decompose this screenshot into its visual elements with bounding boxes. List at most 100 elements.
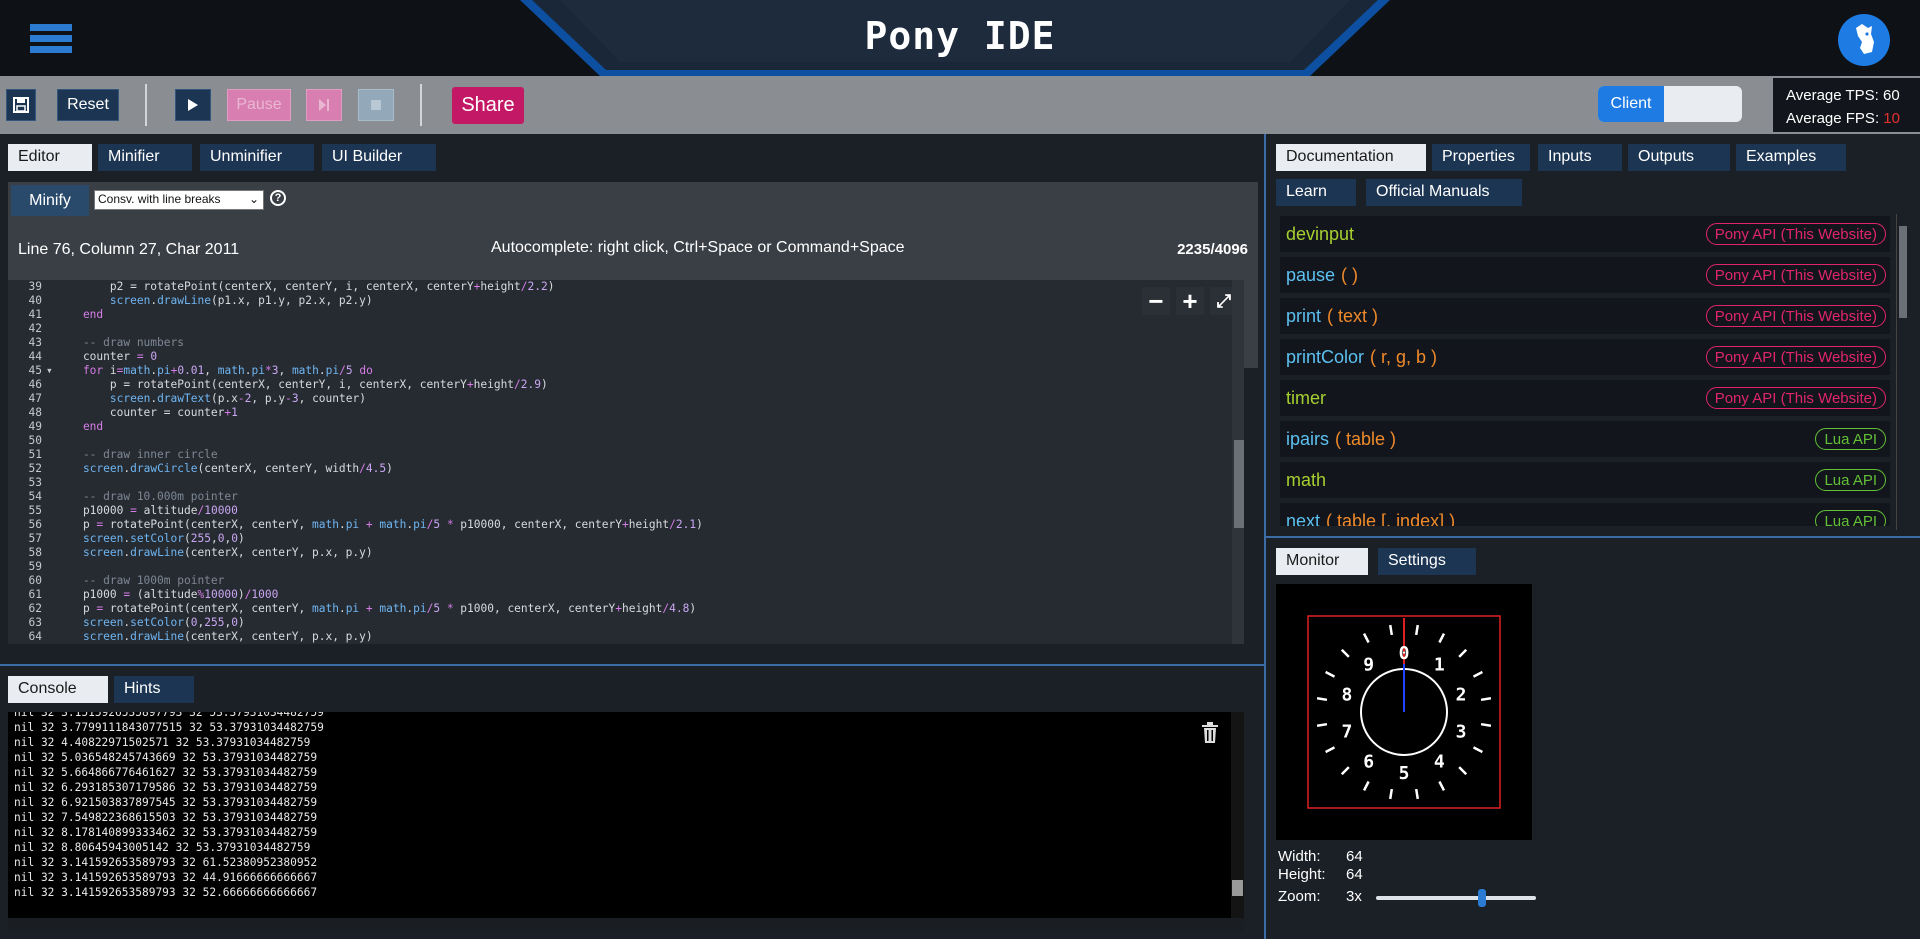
clock-tick [1388, 788, 1394, 800]
doc-item-devinput[interactable]: devinput Pony API (This Website) [1280, 216, 1890, 252]
scrollbar-thumb[interactable] [1232, 880, 1243, 896]
minify-button[interactable]: Minify [11, 185, 89, 216]
save-button[interactable] [6, 89, 36, 121]
code-line: 61 p1000 = (altitude%10000)/1000 [28, 588, 279, 601]
doc-item-ipairs[interactable]: ipairs( table ) Lua API [1280, 421, 1890, 457]
tab-properties[interactable]: Properties [1432, 144, 1530, 171]
monitor-screen[interactable]: 0 12 34 5 67 89 [1276, 584, 1532, 840]
zoom-label: Zoom: [1278, 888, 1321, 905]
tab-monitor[interactable]: Monitor [1276, 548, 1368, 575]
pause-button[interactable]: Pause [227, 89, 291, 121]
tab-minifier[interactable]: Minifier [98, 144, 192, 171]
tab-examples[interactable]: Examples [1736, 144, 1846, 171]
doc-item-print[interactable]: print( text ) Pony API (This Website) [1280, 298, 1890, 334]
zoom-out-icon[interactable]: − [1142, 286, 1170, 316]
width-value: 64 [1346, 848, 1363, 865]
step-button[interactable] [306, 89, 342, 121]
doc-item-printcolor[interactable]: printColor( r, g, b ) Pony API (This Web… [1280, 339, 1890, 375]
doc-item-timer[interactable]: timer Pony API (This Website) [1280, 380, 1890, 416]
doc-item-pause[interactable]: pause( ) Pony API (This Website) [1280, 257, 1890, 293]
average-tps: Average TPS: 60 [1786, 87, 1900, 104]
client-toggle[interactable]: Client [1598, 86, 1742, 122]
height-value: 64 [1346, 866, 1363, 883]
tab-documentation[interactable]: Documentation [1276, 144, 1426, 171]
code-line: 45 ▾ for i=math.pi+0.01, math.pi*3, math.… [28, 364, 373, 377]
tab-settings[interactable]: Settings [1378, 548, 1476, 575]
clock-tick [1362, 780, 1370, 791]
documentation-panel: Documentation Properties Inputs Outputs … [1266, 134, 1920, 534]
help-icon[interactable]: ? [270, 190, 286, 206]
clock-tick [1388, 624, 1394, 636]
code-line: 56 p = rotatePoint(centerX, centerY, mat… [28, 518, 703, 531]
code-line: 51 -- draw inner circle [28, 448, 218, 461]
code-line: 46 p = rotatePoint(centerX, centerY, i, … [28, 378, 548, 391]
tab-hints[interactable]: Hints [114, 676, 194, 703]
documentation-scrollbar[interactable] [1896, 214, 1908, 530]
clock-tick [1480, 722, 1492, 728]
run-button[interactable] [175, 89, 211, 121]
clock-number: 4 [1434, 752, 1445, 773]
tab-console[interactable]: Console [8, 676, 108, 703]
clock-number: 1 [1434, 654, 1445, 675]
stop-button[interactable] [358, 89, 394, 121]
clock-tick [1325, 746, 1336, 754]
clock-number: 6 [1363, 752, 1374, 773]
api-source-badge: Pony API (This Website) [1705, 223, 1886, 245]
share-button[interactable]: Share [452, 87, 524, 124]
console-scrollbar[interactable] [1231, 712, 1244, 918]
code-line: 58 screen.drawLine(centerX, centerY, p.x… [28, 546, 373, 559]
chevron-down-icon: ⌄ [248, 192, 259, 206]
user-avatar[interactable] [1838, 14, 1890, 66]
console-line: nil 32 3.141592653589793 32 44.916666666… [14, 871, 318, 884]
code-line: 48 counter = counter+1 [28, 406, 238, 419]
scrollbar-thumb[interactable] [1899, 226, 1907, 318]
minify-mode-select[interactable]: Consv. with line breaks ⌄ [94, 190, 264, 210]
clock-number: 2 [1456, 684, 1467, 705]
doc-item-math[interactable]: math Lua API [1280, 462, 1890, 498]
code-line: 57 screen.setColor(255,0,0) [28, 532, 245, 545]
api-source-badge: Pony API (This Website) [1705, 264, 1886, 286]
clock-tick [1472, 746, 1483, 754]
tab-inputs[interactable]: Inputs [1538, 144, 1622, 171]
console-line: nil 32 3.141592653589793 32 61.523809523… [14, 856, 318, 869]
char-count: 2235/4096 [1177, 241, 1248, 258]
step-icon [319, 99, 329, 111]
clock-tick [1480, 696, 1492, 702]
console-output: nil 32 3.1515926535897793 32 53.37931034… [8, 712, 1244, 918]
clock-tick [1438, 633, 1446, 644]
tab-learn[interactable]: Learn [1276, 179, 1356, 206]
clock-tick [1362, 633, 1370, 644]
tab-unminifier[interactable]: Unminifier [200, 144, 314, 171]
console-horizontal-scrollbar[interactable] [8, 918, 1244, 932]
clock-tick [1316, 722, 1328, 728]
console-panel: Console Hints nil 32 3.1515926535897793 … [0, 664, 1264, 939]
console-line: nil 32 8.178140899333462 32 53.379310344… [14, 826, 318, 839]
zoom-slider[interactable] [1376, 889, 1536, 907]
console-line: nil 32 4.40822971502571 32 53.3793103448… [14, 736, 311, 749]
tab-editor[interactable]: Editor [8, 144, 92, 171]
scrollbar-thumb[interactable] [1234, 440, 1244, 528]
clock-tick [1438, 780, 1446, 791]
api-source-badge: Lua API [1815, 510, 1886, 526]
code-line: 42 [28, 322, 42, 335]
clock-number: 9 [1363, 654, 1374, 675]
zoom-in-icon[interactable]: + [1176, 286, 1204, 316]
tab-outputs[interactable]: Outputs [1628, 144, 1730, 171]
toolbar: Reset Pause Share Client Average TPS: 60… [0, 76, 1920, 134]
reset-button[interactable]: Reset [57, 89, 119, 121]
tab-official-manuals[interactable]: Official Manuals [1366, 179, 1522, 206]
code-editor[interactable]: 39 p2 = rotatePoint(centerX, centerY, i,… [8, 280, 1244, 644]
slider-handle[interactable] [1478, 889, 1486, 907]
tab-ui-builder[interactable]: UI Builder [322, 144, 436, 171]
editor-scrollbar[interactable] [1232, 280, 1244, 644]
clock-tick [1414, 624, 1420, 636]
code-line: 43 -- draw numbers [28, 336, 184, 349]
height-label: Height: [1278, 866, 1326, 883]
api-source-badge: Pony API (This Website) [1705, 305, 1886, 327]
doc-item-next[interactable]: next( table [, index] ) Lua API [1280, 503, 1890, 526]
clock-tick [1472, 670, 1483, 678]
console-line: nil 32 5.664866776461627 32 53.379310344… [14, 766, 318, 779]
clock-tick [1340, 766, 1350, 776]
clear-console-trash-icon[interactable] [1200, 722, 1220, 744]
app-header: Pony IDE [0, 0, 1920, 76]
